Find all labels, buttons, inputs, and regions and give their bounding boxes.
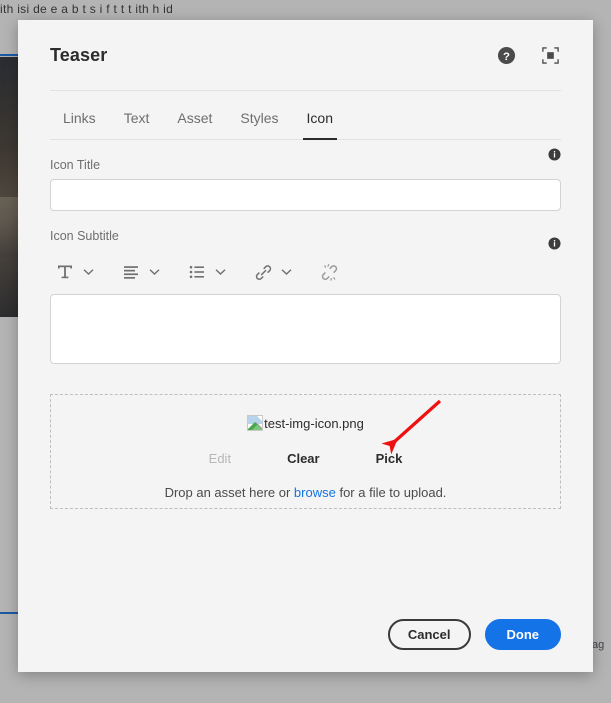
drop-hint-suffix: for a file to upload. (335, 485, 447, 500)
text-align-control[interactable] (120, 261, 160, 283)
tab-text[interactable]: Text (110, 110, 164, 139)
chevron-down-icon (281, 268, 292, 276)
tab-links[interactable]: Links (50, 110, 110, 139)
chevron-down-icon (83, 268, 94, 276)
icon-title-label: Icon Title (50, 158, 101, 172)
drop-hint-prefix: Drop an asset here or (164, 485, 294, 500)
page-title: Teaser (50, 44, 108, 65)
edit-button[interactable]: Edit (209, 451, 231, 466)
chevron-down-icon (149, 268, 160, 276)
clear-button[interactable]: Clear (287, 451, 320, 466)
broken-image-icon (247, 415, 264, 431)
icon-title-input[interactable] (50, 179, 561, 211)
info-icon[interactable] (548, 237, 561, 250)
link-icon (252, 261, 274, 283)
link-control[interactable] (252, 261, 292, 283)
dialog-body: Icon Title Icon Subtitle test-img-icon.p… (18, 140, 593, 509)
drop-hint: Drop an asset here or browse for a file … (165, 485, 447, 500)
unlink-control[interactable] (318, 261, 340, 283)
cancel-button[interactable]: Cancel (387, 619, 471, 650)
tab-styles[interactable]: Styles (226, 110, 292, 139)
dialog-header-actions: ? (495, 44, 561, 66)
icon-subtitle-textarea[interactable] (50, 294, 561, 364)
tab-bar: Links Text Asset Styles Icon (50, 91, 561, 140)
dialog-header: Teaser ? (18, 20, 593, 90)
paragraph-format-control[interactable] (54, 261, 94, 283)
info-icon[interactable] (548, 148, 561, 161)
text-format-icon (54, 261, 76, 283)
icon-subtitle-field-block: Icon Subtitle (50, 211, 561, 369)
fullscreen-icon[interactable] (539, 44, 561, 66)
tab-asset[interactable]: Asset (163, 110, 226, 139)
unlink-icon (318, 261, 340, 283)
icon-title-field-block: Icon Title (50, 140, 561, 211)
svg-text:?: ? (503, 50, 510, 62)
tab-icon[interactable]: Icon (293, 110, 347, 140)
chevron-down-icon (215, 268, 226, 276)
asset-dropzone[interactable]: test-img-icon.png Edit Clear Pick Drop a… (50, 394, 561, 509)
asset-file-name: test-img-icon.png (264, 415, 364, 431)
icon-subtitle-label: Icon Subtitle (50, 229, 119, 243)
asset-action-row: Edit Clear Pick (209, 451, 403, 466)
asset-preview: test-img-icon.png (247, 413, 364, 433)
pick-button[interactable]: Pick (376, 451, 403, 466)
rich-text-toolbar (50, 250, 561, 294)
teaser-dialog: Teaser ? Links Text Asset Styles Icon Ic… (18, 20, 593, 672)
done-button[interactable]: Done (484, 619, 561, 650)
dialog-footer: Cancel Done (18, 619, 593, 650)
bullet-list-icon (186, 261, 208, 283)
bullet-list-control[interactable] (186, 261, 226, 283)
align-icon (120, 261, 142, 283)
browse-link[interactable]: browse (294, 485, 336, 500)
help-icon[interactable]: ? (495, 44, 517, 66)
